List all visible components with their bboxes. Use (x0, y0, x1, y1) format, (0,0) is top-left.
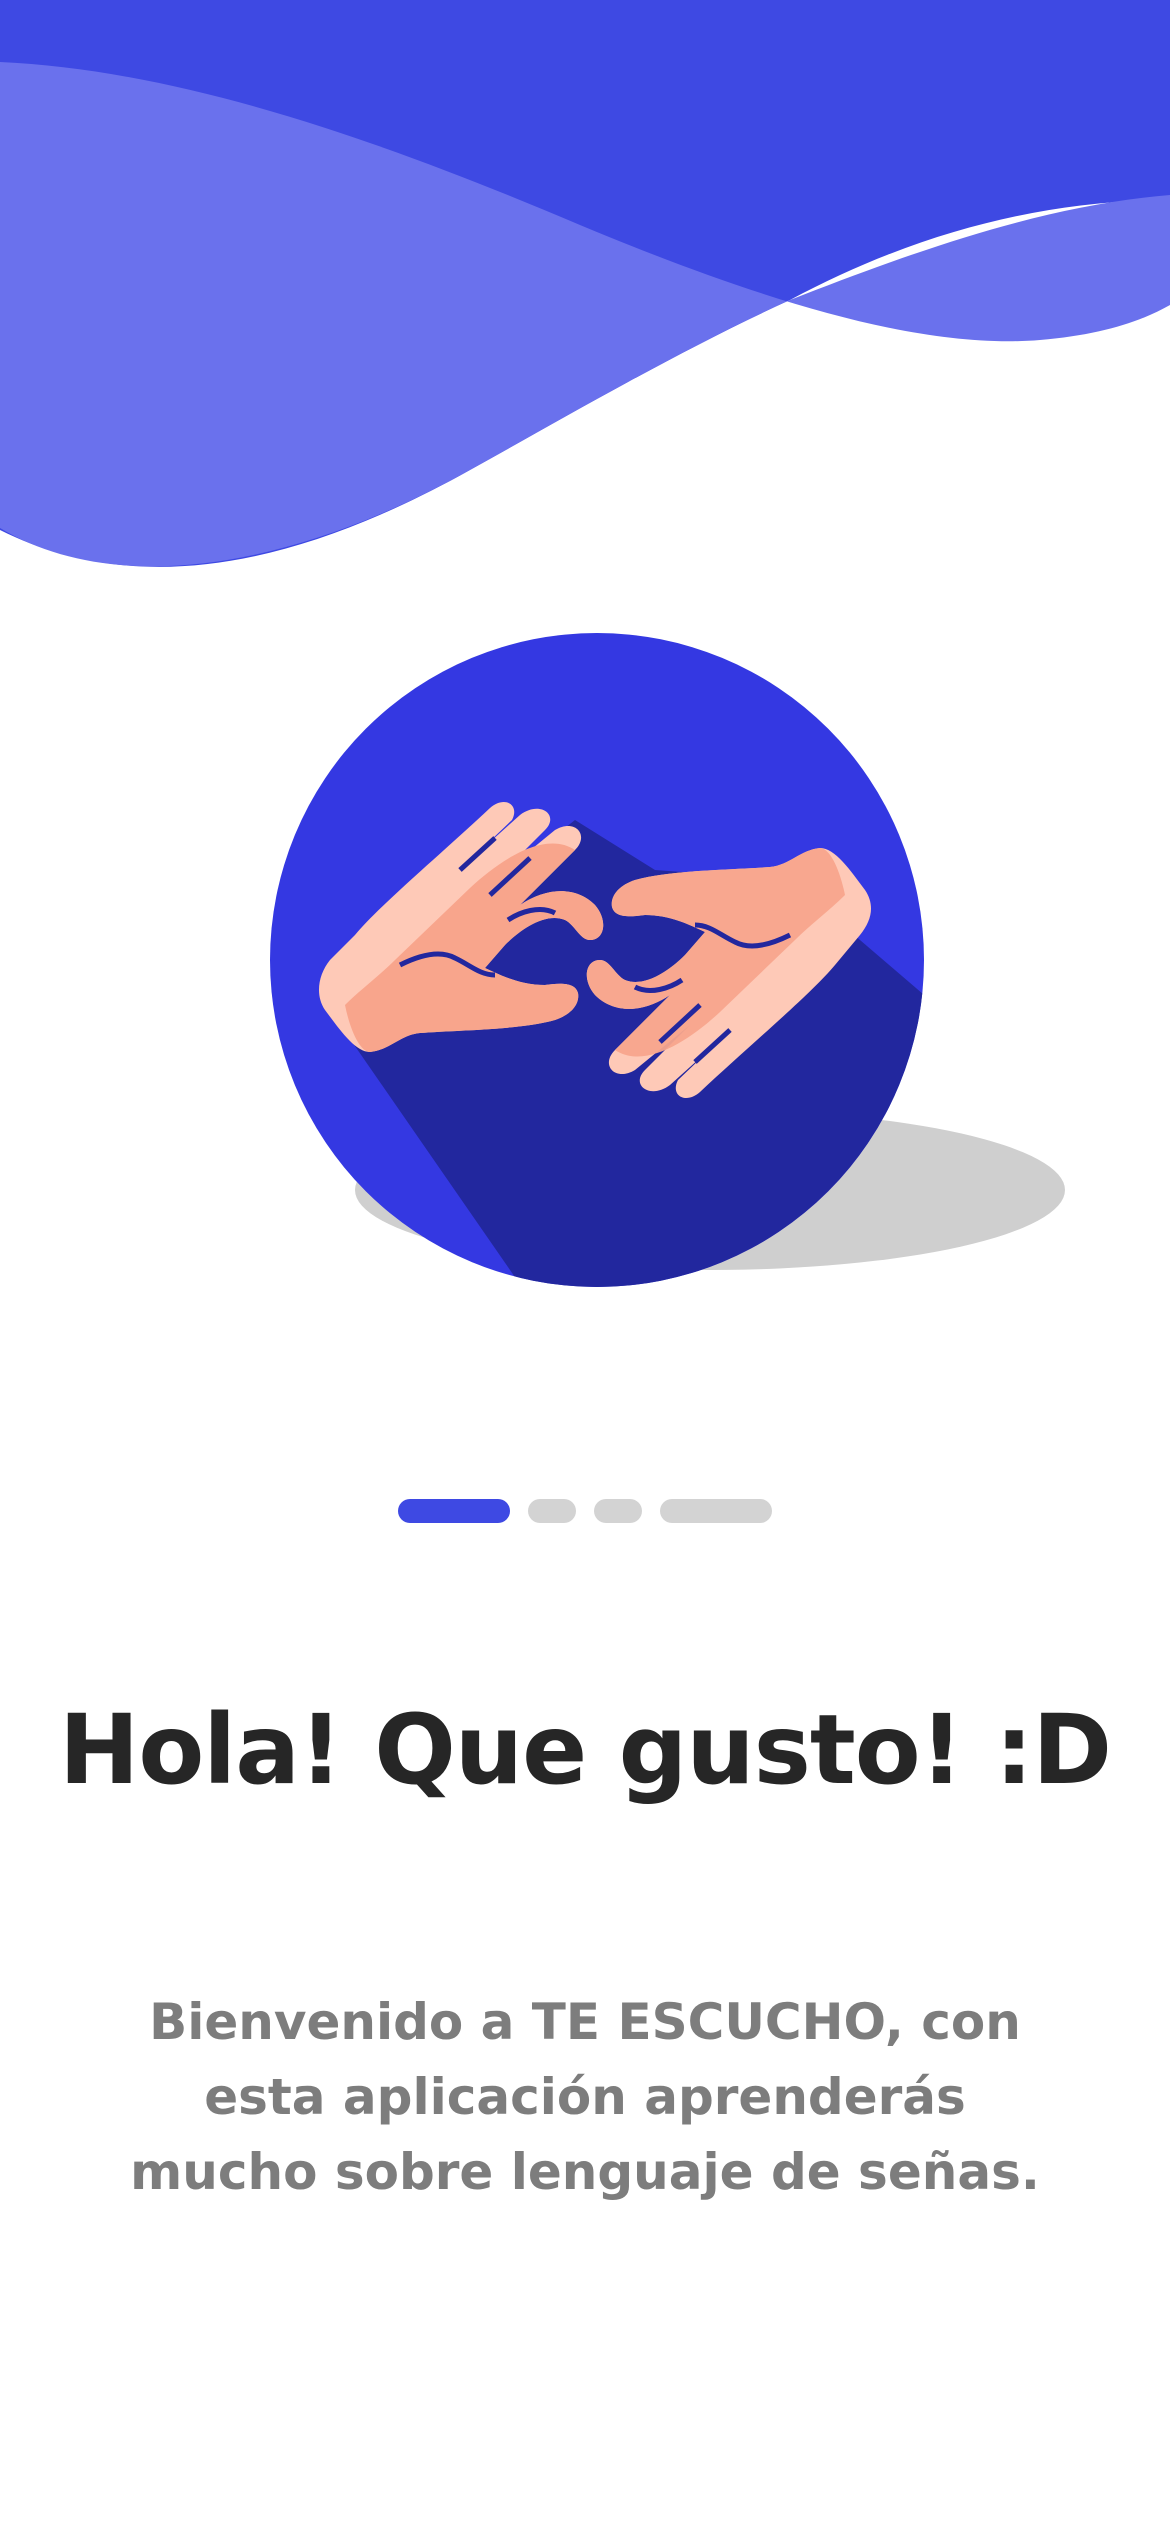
page-dot-1[interactable] (398, 1499, 510, 1523)
onboarding-description: Bienvenido a TE ESCUCHO, con esta aplica… (130, 1993, 1040, 2201)
onboarding-title: Hola! Que gusto! :D (59, 1694, 1112, 1806)
page-dot-4[interactable] (660, 1499, 772, 1523)
page-indicator (0, 1498, 1170, 1524)
page-dot-3[interactable] (594, 1499, 642, 1523)
onboarding-screen: Hola! Que gusto! :D Bienvenido a TE ESCU… (0, 0, 1170, 2532)
page-dot-2[interactable] (528, 1499, 576, 1523)
sign-language-hands-icon (270, 633, 1065, 1287)
wave-header-decoration (0, 0, 1170, 567)
